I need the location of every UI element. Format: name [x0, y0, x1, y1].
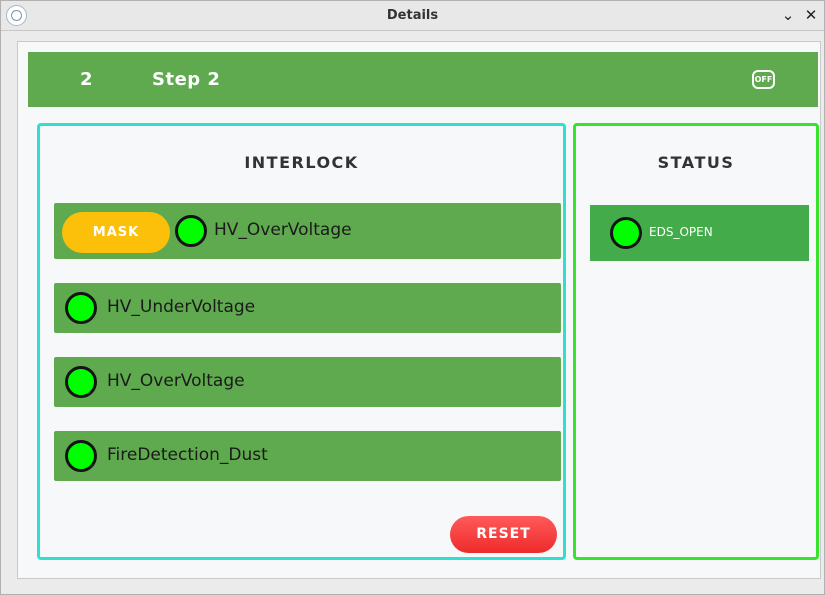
interlock-label: FireDetection_Dust [107, 445, 268, 465]
step-number: 2 [80, 69, 93, 90]
interlock-label: HV_OverVoltage [214, 220, 352, 240]
status-row: EDS_OPEN [590, 205, 809, 261]
close-button[interactable]: ✕ [801, 5, 821, 25]
status-panel: STATUS EDS_OPEN [573, 123, 819, 560]
interlock-row: MASK HV_OverVoltage [54, 203, 561, 259]
interlock-row: HV_UnderVoltage [54, 283, 561, 333]
status-title: STATUS [657, 153, 735, 172]
mask-button[interactable]: MASK [62, 212, 170, 253]
interlock-label: HV_UnderVoltage [107, 297, 256, 317]
status-led-icon [65, 440, 97, 472]
window-title: Details [386, 8, 439, 23]
details-window: Details ⌄ ✕ 2 Step 2 OFF INTERLOCK MASK … [0, 0, 825, 595]
interlock-row: HV_OverVoltage [54, 357, 561, 407]
interlock-row: FireDetection_Dust [54, 431, 561, 481]
interlock-panel: INTERLOCK MASK HV_OverVoltage HV_UnderVo… [37, 123, 566, 560]
status-led-icon [65, 292, 97, 324]
status-led-icon [65, 366, 97, 398]
details-content: 2 Step 2 OFF INTERLOCK MASK HV_OverVolta… [17, 41, 821, 579]
reset-button[interactable]: RESET [450, 516, 557, 553]
minimize-button[interactable]: ⌄ [778, 5, 798, 25]
status-led-icon [175, 215, 207, 247]
step-header: 2 Step 2 OFF [28, 52, 818, 107]
interlock-title: INTERLOCK [244, 153, 359, 172]
title-bar: Details ⌄ ✕ [1, 1, 824, 31]
power-off-button[interactable]: OFF [752, 70, 775, 89]
power-off-icon: OFF [754, 75, 773, 84]
interlock-label: HV_OverVoltage [107, 371, 245, 391]
status-led-icon [610, 217, 642, 249]
status-label: EDS_OPEN [649, 225, 713, 239]
step-name: Step 2 [152, 69, 221, 90]
